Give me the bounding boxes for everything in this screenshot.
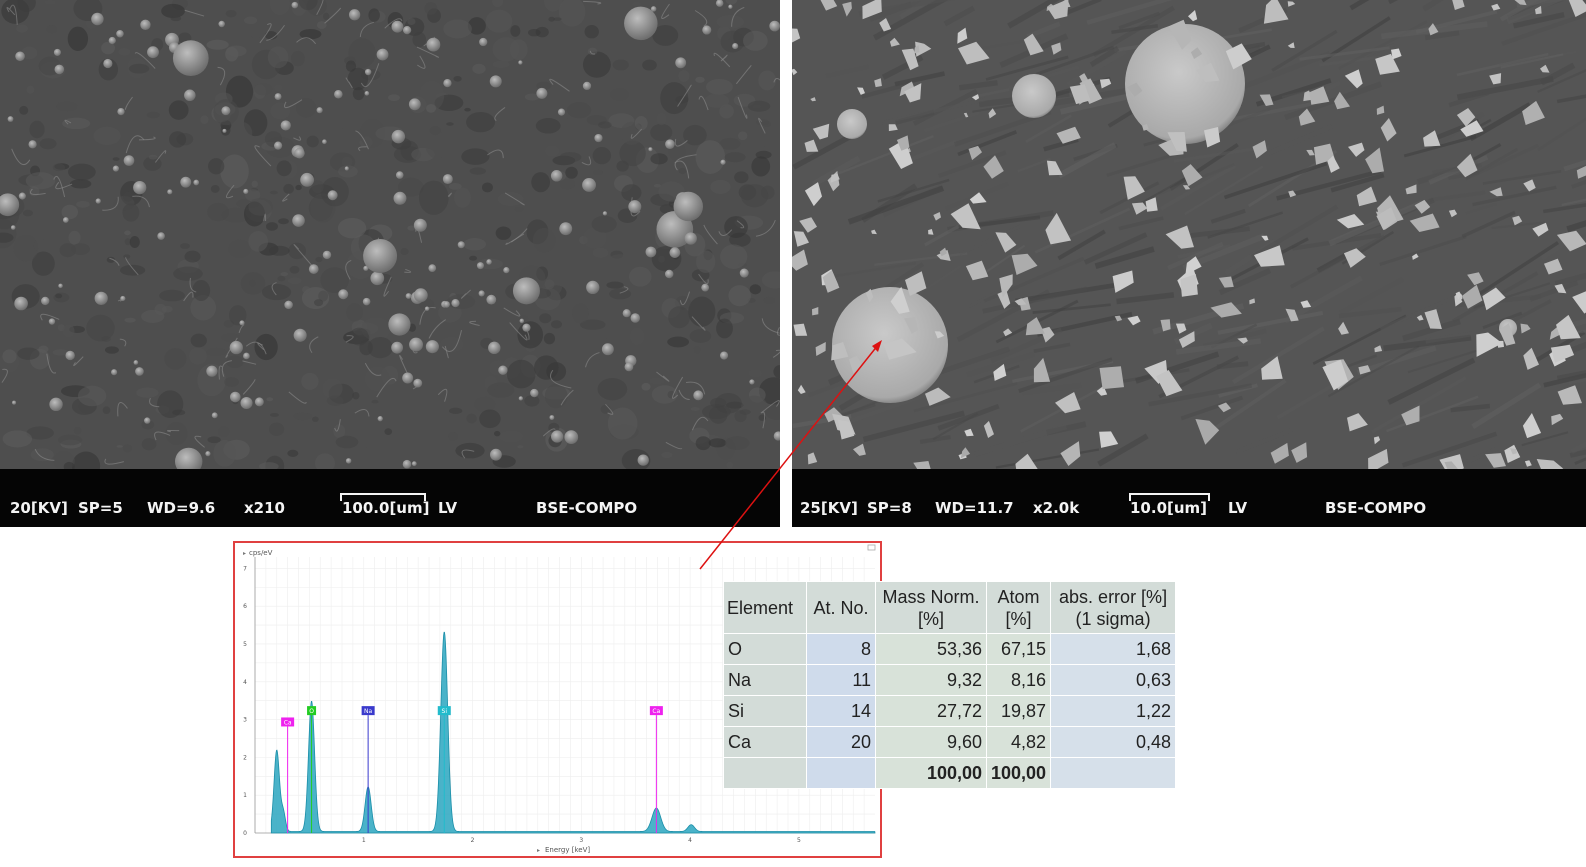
svg-text:Na: Na bbox=[364, 708, 372, 715]
cell-mass: 9,60 bbox=[875, 726, 987, 758]
table-total-row: 100,00 100,00 bbox=[723, 757, 1177, 789]
scale-label: 100.0[um] bbox=[342, 499, 430, 517]
wd-label: WD=9.6 bbox=[147, 499, 216, 517]
y-tick-label: 4 bbox=[243, 679, 247, 686]
cell-mass-total: 100,00 bbox=[875, 757, 987, 789]
svg-text:O: O bbox=[309, 708, 314, 715]
x-tick-label: 4 bbox=[688, 837, 692, 844]
kv-label: 25[KV] bbox=[800, 499, 858, 517]
table-row: O 8 53,36 67,15 1,68 bbox=[723, 633, 1177, 665]
cell-atom: 67,15 bbox=[985, 633, 1052, 665]
header-abs-error: abs. error [%] (1 sigma) bbox=[1050, 581, 1177, 634]
micrograph-right bbox=[792, 0, 1586, 469]
cell-mass: 27,72 bbox=[875, 695, 987, 727]
table-row: Ca 20 9,60 4,82 0,48 bbox=[723, 726, 1177, 758]
header-at-no: At. No. bbox=[806, 581, 876, 634]
kv-label: 20[KV] bbox=[10, 499, 68, 517]
composition-table: Element At. No. Mass Norm. [%] Atom [%] … bbox=[723, 581, 1177, 789]
header-atom: Atom [%] bbox=[985, 581, 1052, 634]
y-tick-label: 3 bbox=[243, 717, 247, 724]
cell-at-no: 20 bbox=[806, 726, 876, 758]
y-tick-label: 6 bbox=[243, 603, 247, 610]
cell-error bbox=[1050, 757, 1177, 789]
cell-atom: 4,82 bbox=[985, 726, 1052, 758]
y-axis-label: cps/eV bbox=[249, 549, 273, 557]
y-tick-label: 1 bbox=[243, 792, 247, 799]
cell-element: O bbox=[723, 633, 807, 665]
detector-label: BSE-COMPO bbox=[536, 499, 638, 517]
x-tick-label: 3 bbox=[579, 837, 583, 844]
svg-text:Ca: Ca bbox=[284, 719, 292, 726]
y-tick-label: 2 bbox=[243, 754, 247, 761]
cell-mass: 9,32 bbox=[875, 664, 987, 696]
micrograph-left bbox=[0, 0, 780, 469]
sem-image-right: 25[KV] SP=8 WD=11.7 x2.0k 10.0[um] LV BS… bbox=[792, 0, 1586, 527]
cell-error: 0,63 bbox=[1050, 664, 1177, 696]
cell-atom-total: 100,00 bbox=[985, 757, 1052, 789]
vacuum-mode-label: LV bbox=[438, 499, 458, 517]
cell-atom: 19,87 bbox=[985, 695, 1052, 727]
cell-at-no bbox=[806, 757, 876, 789]
wd-label: WD=11.7 bbox=[935, 499, 1014, 517]
cell-atom: 8,16 bbox=[985, 664, 1052, 696]
magnification-label: x2.0k bbox=[1033, 499, 1080, 517]
sem-image-left: 20[KV] SP=5 WD=9.6 x210 100.0[um] LV BSE… bbox=[0, 0, 780, 527]
cell-element bbox=[723, 757, 807, 789]
y-tick-label: 0 bbox=[243, 830, 247, 837]
y-tick-label: 5 bbox=[243, 641, 247, 648]
cell-element: Na bbox=[723, 664, 807, 696]
sp-label: SP=8 bbox=[867, 499, 912, 517]
magnification-label: x210 bbox=[244, 499, 285, 517]
detector-label: BSE-COMPO bbox=[1325, 499, 1427, 517]
cell-at-no: 14 bbox=[806, 695, 876, 727]
cell-element: Si bbox=[723, 695, 807, 727]
scale-label: 10.0[um] bbox=[1130, 499, 1208, 517]
cell-at-no: 8 bbox=[806, 633, 876, 665]
x-axis-label: Energy [keV] bbox=[545, 846, 590, 854]
sp-label: SP=5 bbox=[78, 499, 123, 517]
cell-element: Ca bbox=[723, 726, 807, 758]
table-header-row: Element At. No. Mass Norm. [%] Atom [%] … bbox=[723, 581, 1177, 634]
cell-error: 1,68 bbox=[1050, 633, 1177, 665]
table-row: Si 14 27,72 19,87 1,22 bbox=[723, 695, 1177, 727]
x-tick-label: 2 bbox=[471, 837, 475, 844]
y-axis-caret-icon: ▸ bbox=[243, 550, 246, 557]
cell-error: 0,48 bbox=[1050, 726, 1177, 758]
x-tick-label: 1 bbox=[362, 837, 366, 844]
cell-at-no: 11 bbox=[806, 664, 876, 696]
header-mass-norm: Mass Norm. [%] bbox=[875, 581, 987, 634]
x-axis-caret-icon: ▸ bbox=[537, 847, 540, 854]
svg-text:Ca: Ca bbox=[652, 708, 660, 715]
header-element: Element bbox=[723, 581, 807, 634]
table-row: Na 11 9,32 8,16 0,63 bbox=[723, 664, 1177, 696]
vacuum-mode-label: LV bbox=[1228, 499, 1248, 517]
cell-mass: 53,36 bbox=[875, 633, 987, 665]
svg-text:Si: Si bbox=[442, 708, 448, 715]
x-tick-label: 5 bbox=[797, 837, 801, 844]
y-tick-label: 7 bbox=[243, 565, 247, 572]
cell-error: 1,22 bbox=[1050, 695, 1177, 727]
